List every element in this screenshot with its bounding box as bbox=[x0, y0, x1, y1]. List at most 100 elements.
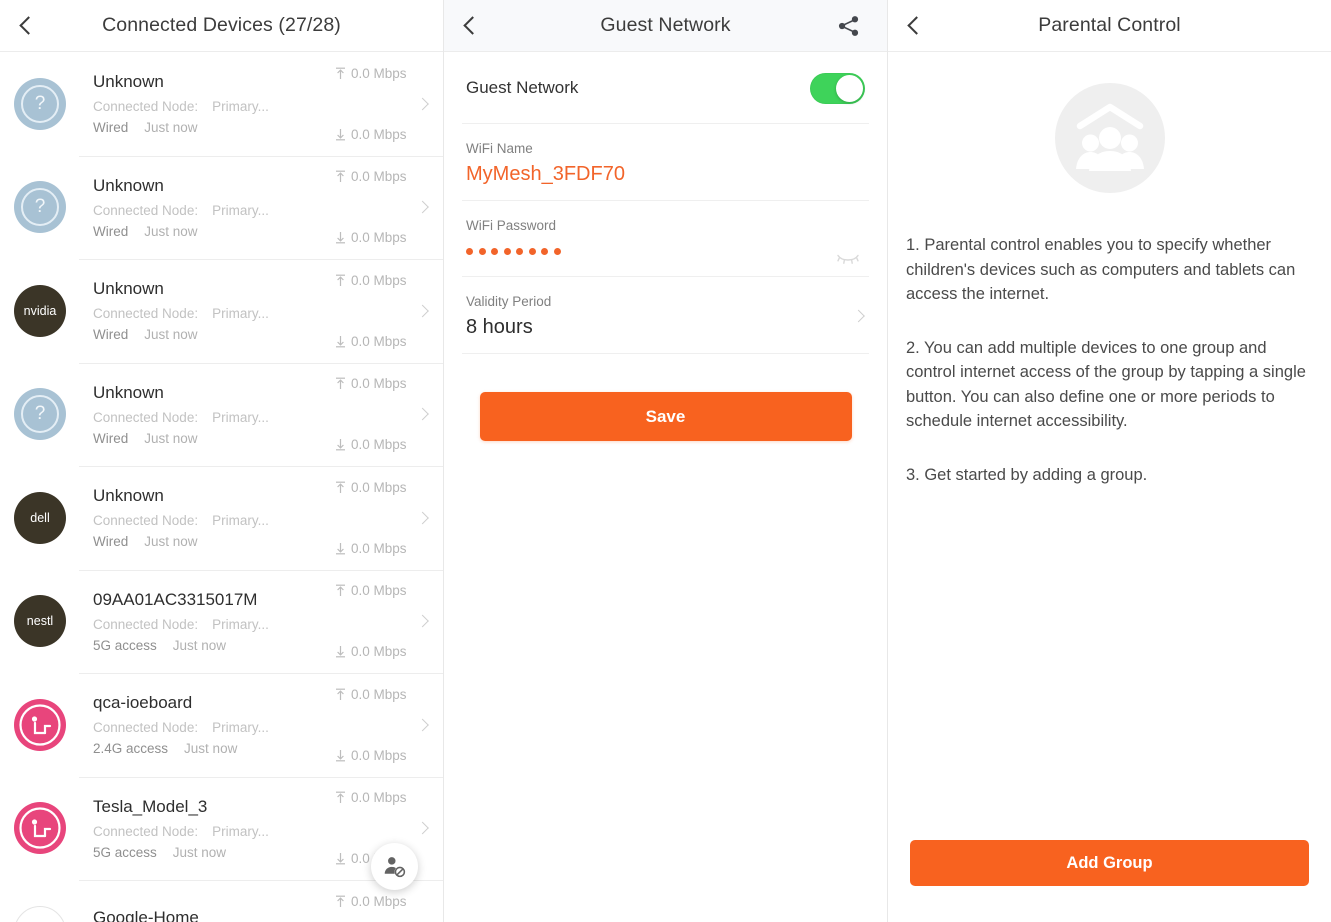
download-icon bbox=[336, 232, 345, 244]
upload-icon bbox=[336, 377, 345, 390]
block-device-fab[interactable] bbox=[371, 843, 418, 890]
download-icon bbox=[336, 853, 345, 865]
device-info: Unknown Connected Node: Primary... Wired Jus… bbox=[66, 72, 335, 135]
device-node: Connected Node: Primary... bbox=[93, 410, 335, 425]
device-list[interactable]: ? Unknown Connected Node: Primary... Wired Ju… bbox=[0, 52, 443, 922]
device-node-value: Primary... bbox=[212, 720, 269, 736]
validity-period-label: Validity Period bbox=[466, 294, 552, 309]
table-row[interactable]: ? Unknown Connected Node: Primary... Wired Ju… bbox=[0, 52, 443, 156]
device-last-seen: Just now bbox=[144, 430, 198, 446]
device-connection-type: Wired bbox=[93, 534, 129, 550]
parental-paragraph: 1. Parental control enables you to speci… bbox=[906, 236, 1296, 303]
wifi-name-field[interactable]: WiFi Name MyMesh_3FDF70 bbox=[444, 124, 887, 201]
device-last-seen: Just now bbox=[184, 741, 238, 757]
device-download-rate: 0.0 Mbps bbox=[335, 230, 407, 245]
upload-icon bbox=[336, 67, 345, 79]
guest-network-toggle-row[interactable]: Guest Network bbox=[444, 52, 887, 124]
device-node-label: Connected Node: bbox=[93, 616, 199, 632]
guest-header: Guest Network bbox=[444, 0, 887, 52]
device-upload-rate: 0.0 Mbps bbox=[335, 687, 407, 702]
device-meta: 5G access Just now bbox=[93, 638, 335, 653]
device-meta: Wired Just now bbox=[93, 431, 335, 446]
device-upload-rate: 0.0 Mbps bbox=[335, 894, 407, 909]
guest-back-button[interactable] bbox=[444, 0, 496, 52]
password-dot bbox=[553, 247, 561, 255]
wifi-name-value: MyMesh_3FDF70 bbox=[466, 163, 625, 185]
device-last-seen: Just now bbox=[144, 120, 198, 136]
parental-paragraph: 3. Get started by adding a group. bbox=[906, 465, 1148, 484]
table-row[interactable]: nestl 09AA01AC3315017M Connected Node: Prim… bbox=[0, 569, 443, 674]
device-avatar: ? bbox=[14, 77, 66, 130]
chevron-left-icon bbox=[463, 16, 482, 35]
devices-back-button[interactable] bbox=[0, 0, 52, 52]
table-row[interactable]: Google-HomeConnected Node:Primary...0.0 … bbox=[0, 880, 443, 922]
device-upload-rate: 0.0 Mbps bbox=[335, 583, 407, 598]
device-rates: 0.0 Mbps bbox=[335, 894, 443, 922]
save-button[interactable]: Save bbox=[479, 392, 852, 441]
download-icon bbox=[336, 646, 345, 658]
device-avatar bbox=[14, 905, 66, 922]
devices-header: Connected Devices (27/28) bbox=[0, 0, 443, 52]
app-screen: Connected Devices (27/28) ? Unknown Connec… bbox=[0, 0, 1331, 922]
device-avatar-label: nvidia bbox=[23, 303, 57, 318]
table-row[interactable]: qca-ioeboard Connected Node: Primary... 2.4… bbox=[0, 673, 443, 777]
device-node-label: Connected Node: bbox=[93, 409, 199, 425]
device-download-rate: 0.0 Mbps bbox=[335, 334, 407, 349]
download-icon bbox=[336, 749, 345, 762]
guest-network-toggle[interactable] bbox=[810, 72, 865, 104]
password-dot bbox=[503, 247, 511, 255]
toggle-password-visibility-button[interactable] bbox=[831, 247, 865, 271]
device-meta: Wired Just now bbox=[93, 224, 335, 239]
device-last-seen: Just now bbox=[172, 844, 227, 860]
device-name: 09AA01AC3315017M bbox=[93, 589, 258, 609]
device-node: Connected Node: Primary... bbox=[93, 306, 335, 321]
device-avatar: ? bbox=[14, 181, 66, 234]
parental-back-button[interactable] bbox=[888, 0, 940, 52]
device-node-value: Primary... bbox=[212, 202, 269, 218]
parental-control-panel: Parental Control 1. Parental control ena… bbox=[888, 0, 1331, 922]
validity-period-field[interactable]: Validity Period 8 hours bbox=[444, 277, 887, 354]
lg-logo-icon bbox=[19, 807, 61, 849]
device-node: Connected Node: Primary... bbox=[93, 513, 335, 528]
password-dot bbox=[491, 247, 498, 255]
device-info: Tesla_Model_3 Connected Node: Primary... 5G… bbox=[66, 797, 335, 860]
table-row[interactable]: nvidia Unknown Connected Node: Primary... Wi… bbox=[0, 259, 443, 363]
parental-page-title: Parental Control bbox=[1038, 14, 1181, 36]
device-meta: Wired Just now bbox=[93, 327, 335, 342]
toggle-knob bbox=[836, 74, 863, 102]
parental-hero bbox=[888, 52, 1331, 195]
device-meta: Wired Just now bbox=[93, 120, 335, 135]
device-last-seen: Just now bbox=[144, 223, 198, 239]
device-connection-type: 5G access bbox=[93, 637, 157, 653]
family-house-icon bbox=[1054, 83, 1165, 193]
wifi-password-field[interactable]: WiFi Password bbox=[444, 201, 887, 277]
device-avatar: dell bbox=[14, 491, 66, 544]
device-node: Connected Node: Primary... bbox=[93, 203, 335, 218]
device-node: Connected Node: Primary... bbox=[93, 99, 335, 114]
device-node-value: Primary... bbox=[212, 616, 269, 632]
guest-page-title: Guest Network bbox=[600, 14, 731, 36]
device-node-label: Connected Node: bbox=[93, 720, 199, 736]
upload-icon bbox=[336, 791, 345, 804]
device-connection-type: Wired bbox=[93, 223, 129, 239]
table-row[interactable]: ? Unknown Connected Node: Primary... Wired Ju… bbox=[0, 362, 443, 467]
device-last-seen: Just now bbox=[144, 534, 198, 550]
table-row[interactable]: ? Unknown Connected Node: Primary... Wired Ju… bbox=[0, 155, 443, 260]
password-dot bbox=[478, 247, 486, 255]
device-download-rate: 0.0 Mbps bbox=[335, 127, 407, 142]
device-name: Google-Home bbox=[93, 907, 199, 922]
password-dot bbox=[466, 247, 473, 255]
device-node-label: Connected Node: bbox=[93, 202, 199, 218]
devices-page-title: Connected Devices (27/28) bbox=[102, 14, 341, 36]
download-icon bbox=[336, 439, 345, 451]
device-node-value: Primary... bbox=[212, 513, 269, 529]
upload-icon bbox=[336, 895, 345, 907]
device-info: qca-ioeboard Connected Node: Primary... 2.4… bbox=[66, 693, 335, 756]
device-info: Unknown Connected Node: Primary... Wired Jus… bbox=[66, 383, 335, 446]
table-row[interactable]: dell Unknown Connected Node: Primary... Wire… bbox=[0, 466, 443, 570]
chevron-left-icon bbox=[907, 16, 926, 35]
device-node-label: Connected Node: bbox=[93, 513, 199, 529]
password-dot bbox=[516, 247, 523, 255]
share-button[interactable] bbox=[823, 0, 875, 52]
add-group-button[interactable]: Add Group bbox=[910, 840, 1309, 886]
